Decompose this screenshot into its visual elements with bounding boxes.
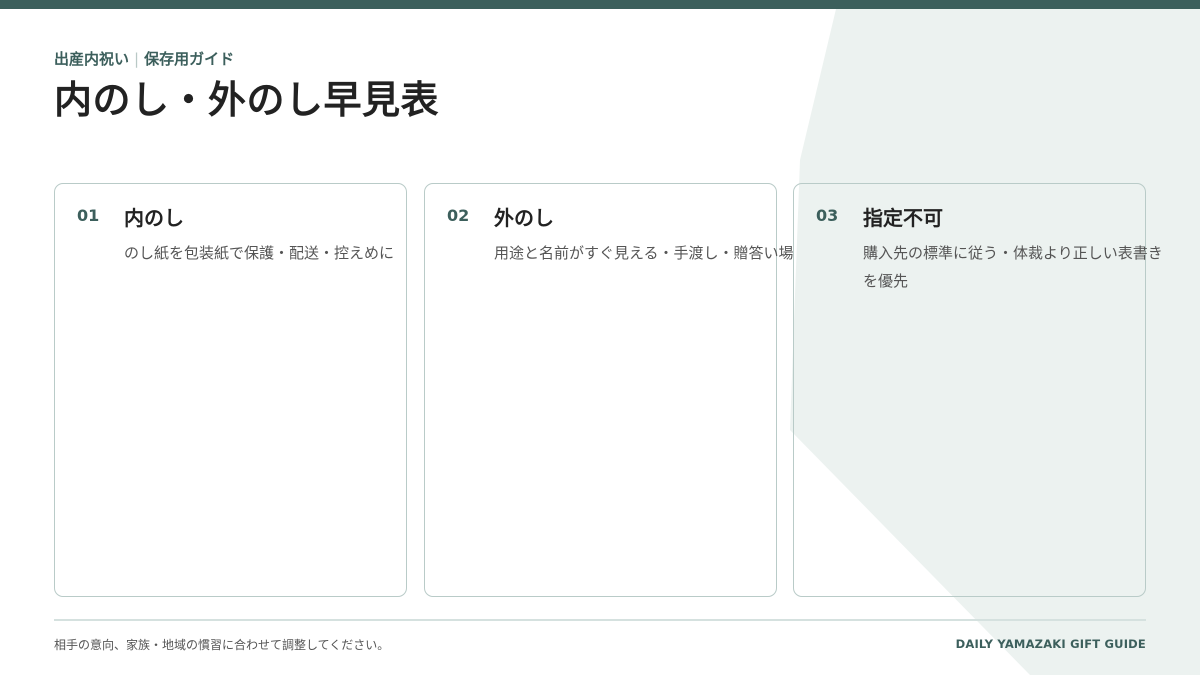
card-unspecified: 03 指定不可 購入先の標準に従う・体裁より正しい表書きを優先 xyxy=(793,183,1163,597)
footer-brand: DAILY YAMAZAKI GIFT GUIDE xyxy=(955,637,1146,651)
card-description: 購入先の標準に従う・体裁より正しい表書きを優先 xyxy=(863,244,1163,290)
card-number: 02 xyxy=(447,206,470,225)
card-number: 01 xyxy=(77,206,100,225)
page-header: 出産内祝い | 保存用ガイド 内のし・外のし早見表 xyxy=(54,48,439,126)
eyebrow-label: 出産内祝い | 保存用ガイド xyxy=(54,48,439,70)
guide-label: 保存用ガイド xyxy=(144,50,235,68)
card-sotonoshi: 02 外のし 用途と名前がすぐ見える・手渡し・贈答い場 xyxy=(424,183,794,597)
card-description: 用途と名前がすぐ見える・手渡し・贈答い場 xyxy=(494,244,794,262)
category-label: 出産内祝い xyxy=(54,50,130,68)
footer-divider xyxy=(54,619,1146,621)
card-title: 外のし xyxy=(494,206,554,230)
card-description: のし紙を包装紙で保護・配送・控えめに xyxy=(124,244,395,262)
footer-note: 相手の意向、家族・地域の慣習に合わせて調整してください。 xyxy=(54,638,390,652)
card-title: 指定不可 xyxy=(863,206,943,230)
card-number: 03 xyxy=(816,206,839,225)
card-uchinoshi: 01 内のし のし紙を包装紙で保護・配送・控えめに xyxy=(54,183,407,597)
page-title: 内のし・外のし早見表 xyxy=(54,78,440,122)
card-list: 01 内のし のし紙を包装紙で保護・配送・控えめに 02 外のし 用途と名前がす… xyxy=(54,183,1163,597)
separator: | xyxy=(134,50,140,68)
card-title: 内のし xyxy=(124,206,184,230)
